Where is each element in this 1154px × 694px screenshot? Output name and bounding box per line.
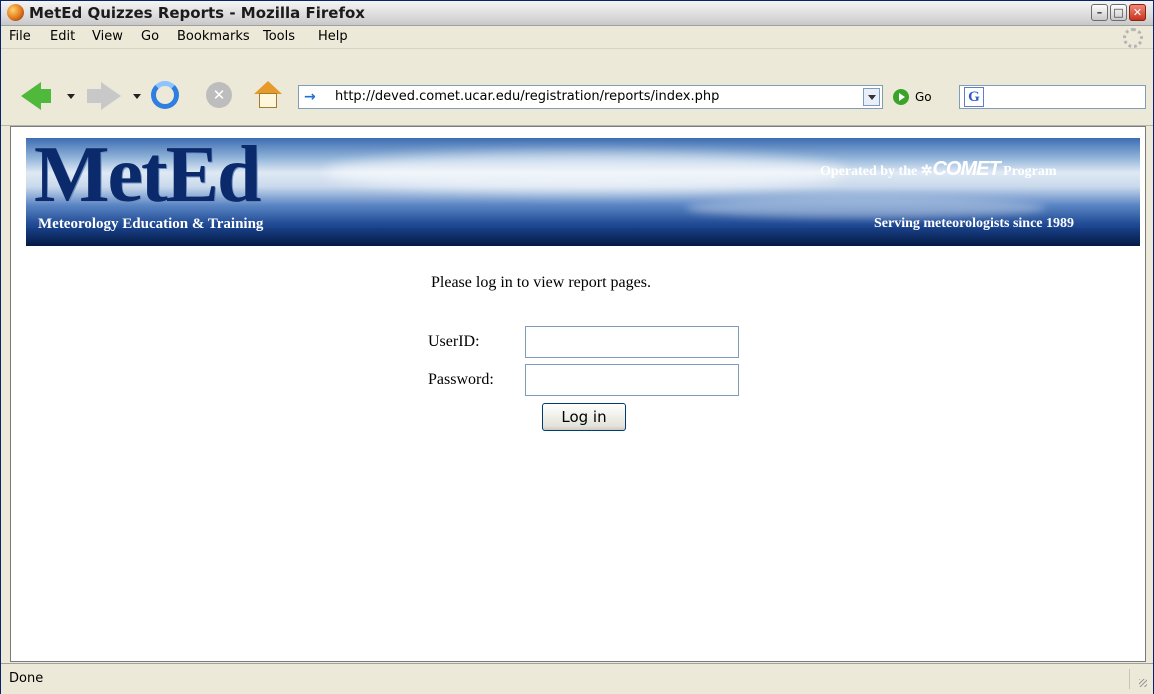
resize-grip-icon[interactable] [1129, 669, 1149, 689]
forward-history-dropdown-icon[interactable] [133, 94, 141, 99]
close-window-button[interactable]: ✕ [1129, 4, 1146, 21]
page-content: MetEd Meteorology Education & Training O… [10, 126, 1146, 662]
password-field[interactable] [525, 364, 739, 396]
go-button[interactable]: Go [915, 90, 932, 104]
banner-cloud [686, 198, 1046, 218]
google-search-engine-icon[interactable]: G [964, 87, 984, 107]
banner-serving-text: Serving meteorologists since 1989 [874, 216, 1074, 231]
status-bar: Done [1, 663, 1153, 694]
banner-operated-by: Operated by the ✲COMET Program [820, 158, 1057, 181]
operated-prefix: Operated by the [820, 164, 918, 179]
login-prompt: Please log in to view report pages. [431, 274, 651, 291]
menu-help[interactable]: Help [318, 29, 348, 44]
comet-star-icon: ✲ [920, 164, 933, 179]
back-arrow-tail [39, 89, 51, 103]
banner-cloud [326, 152, 846, 192]
browser-window: MetEd Quizzes Reports - Mozilla Firefox … [0, 0, 1154, 694]
login-button[interactable]: Log in [542, 403, 626, 431]
minimize-button[interactable]: – [1091, 4, 1108, 21]
menu-view[interactable]: View [92, 29, 123, 44]
menu-go[interactable]: Go [141, 29, 159, 44]
back-history-dropdown-icon[interactable] [67, 94, 75, 99]
address-history-dropdown-icon[interactable] [863, 88, 880, 106]
userid-field[interactable] [525, 326, 739, 358]
menu-tools[interactable]: Tools [263, 29, 295, 44]
address-bar[interactable]: → http://deved.comet.ucar.edu/registrati… [298, 85, 883, 109]
forward-arrow-tail [87, 89, 101, 103]
home-body [259, 93, 277, 108]
firefox-icon [7, 4, 24, 21]
window-title: MetEd Quizzes Reports - Mozilla Firefox [29, 4, 365, 22]
meted-banner: MetEd Meteorology Education & Training O… [26, 138, 1140, 246]
menu-bar: File Edit View Go Bookmarks Tools Help [1, 26, 1153, 49]
home-icon[interactable] [254, 81, 282, 109]
meted-logo: MetEd [34, 138, 262, 219]
search-box[interactable]: G [959, 85, 1146, 109]
reload-icon[interactable] [151, 81, 179, 109]
menu-file[interactable]: File [9, 29, 31, 44]
title-bar: MetEd Quizzes Reports - Mozilla Firefox … [1, 1, 1153, 26]
forward-arrow-icon [101, 82, 121, 110]
back-arrow-icon [21, 82, 41, 110]
status-text: Done [9, 671, 44, 686]
page-url-icon: → [304, 89, 316, 105]
userid-label: UserID: [428, 333, 480, 350]
operated-suffix: Program [1003, 164, 1057, 179]
activity-throbber-icon [1123, 28, 1143, 48]
menu-edit[interactable]: Edit [50, 29, 75, 44]
menu-bookmarks[interactable]: Bookmarks [177, 29, 250, 44]
stop-icon[interactable]: ✕ [206, 82, 232, 108]
password-label: Password: [428, 371, 494, 388]
go-icon[interactable] [893, 89, 909, 105]
comet-logo: COMET [932, 158, 1000, 180]
maximize-button[interactable]: □ [1110, 4, 1127, 21]
banner-subtitle: Meteorology Education & Training [38, 216, 264, 232]
address-input[interactable]: http://deved.comet.ucar.edu/registration… [335, 89, 719, 104]
